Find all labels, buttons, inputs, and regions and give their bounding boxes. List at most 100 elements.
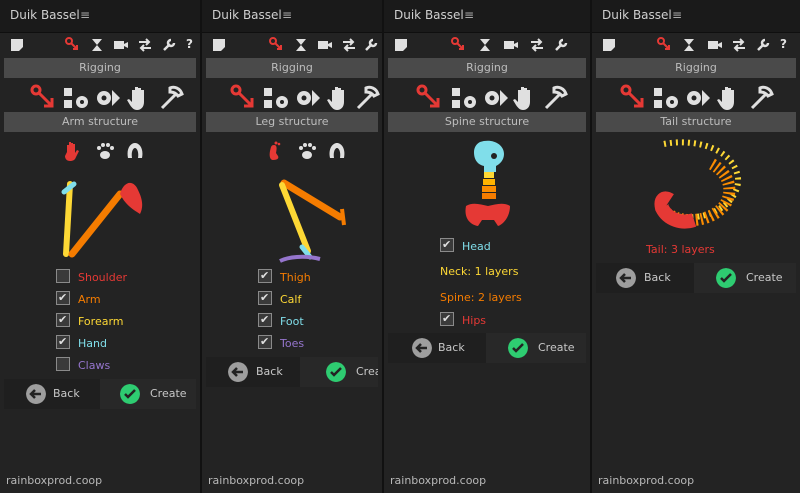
create-label: Create (746, 271, 783, 284)
check-row-hips[interactable]: Hips (440, 310, 486, 330)
hoof-mode-icon[interactable] (326, 140, 348, 162)
rigging-category-icon[interactable] (30, 84, 58, 112)
back-button[interactable]: Back (206, 357, 298, 387)
swap-icon[interactable] (730, 37, 748, 53)
rigging-icon[interactable] (268, 37, 286, 53)
arm-checkbox[interactable] (56, 289, 70, 307)
hand-category-icon[interactable] (716, 84, 744, 112)
swap-icon[interactable] (528, 37, 546, 53)
help-icon[interactable]: ? (780, 37, 798, 53)
back-button[interactable]: Back (4, 379, 98, 409)
note-icon[interactable] (8, 37, 26, 53)
check-row-foot[interactable]: Foot (258, 311, 304, 331)
spine-layers[interactable]: Spine: 2 layers (440, 289, 522, 307)
check-row-calf[interactable]: Calf (258, 289, 301, 309)
constraint-icon[interactable] (88, 37, 106, 53)
menu-icon[interactable]: ≡ (464, 8, 474, 22)
menu-icon[interactable]: ≡ (282, 8, 292, 22)
paw-mode-icon[interactable] (94, 140, 116, 162)
hand-checkbox[interactable] (56, 333, 70, 351)
camera-icon[interactable] (316, 37, 334, 53)
animation-category-icon[interactable] (294, 84, 322, 112)
section-rigging: Rigging (4, 58, 196, 78)
automation-category-icon[interactable] (62, 84, 90, 112)
check-row-hand[interactable]: Hand (56, 333, 107, 353)
button-bar: Back Create (206, 357, 378, 387)
tools-category-icon[interactable] (748, 84, 776, 112)
rigging-category-icon[interactable] (620, 84, 648, 112)
wrench-icon[interactable] (754, 37, 772, 53)
automation-category-icon[interactable] (652, 84, 680, 112)
back-button[interactable]: Back (596, 263, 692, 293)
swap-icon[interactable] (340, 37, 358, 53)
check-row-head[interactable]: Head (440, 236, 491, 256)
check-row-toes[interactable]: Toes (258, 333, 305, 353)
automation-category-icon[interactable] (262, 84, 290, 112)
shoulder-checkbox[interactable] (56, 269, 70, 283)
back-arrow-icon (26, 384, 46, 404)
menu-icon[interactable]: ≡ (80, 8, 90, 22)
section-structure: Spine structure (388, 112, 586, 132)
hand-category-icon[interactable] (326, 84, 354, 112)
tools-category-icon[interactable] (354, 84, 382, 112)
constraint-icon[interactable] (292, 37, 310, 53)
menu-icon[interactable]: ≡ (672, 8, 682, 22)
calf-checkbox[interactable] (258, 289, 272, 307)
thigh-checkbox[interactable] (258, 267, 272, 285)
automation-category-icon[interactable] (450, 84, 478, 112)
camera-icon[interactable] (706, 37, 724, 53)
camera-icon[interactable] (112, 37, 130, 53)
create-button[interactable]: Create (100, 379, 196, 409)
hips-checkbox[interactable] (440, 310, 454, 328)
create-label: Create (538, 341, 575, 354)
paw-mode-icon[interactable] (296, 140, 318, 162)
hoof-mode-icon[interactable] (124, 140, 146, 162)
animation-category-icon[interactable] (94, 84, 122, 112)
tail-layers[interactable]: Tail: 3 layers (646, 241, 715, 259)
constraint-icon[interactable] (476, 37, 494, 53)
rigging-icon[interactable] (656, 37, 674, 53)
forearm-checkbox[interactable] (56, 311, 70, 329)
back-arrow-icon (228, 362, 248, 382)
hand-category-icon[interactable] (126, 84, 154, 112)
swap-icon[interactable] (136, 37, 154, 53)
toes-label: Toes (280, 337, 305, 350)
toes-checkbox[interactable] (258, 333, 272, 351)
animation-category-icon[interactable] (684, 84, 712, 112)
create-button[interactable]: Create (486, 333, 586, 363)
check-row-arm[interactable]: Arm (56, 289, 101, 309)
animation-category-icon[interactable] (482, 84, 510, 112)
foot-checkbox[interactable] (258, 311, 272, 329)
rigging-category-icon[interactable] (416, 84, 444, 112)
note-icon[interactable] (600, 37, 618, 53)
wrench-icon[interactable] (552, 37, 570, 53)
note-icon[interactable] (392, 37, 410, 53)
hand-category-icon[interactable] (512, 84, 540, 112)
create-button[interactable]: Create (300, 357, 378, 387)
tools-category-icon[interactable] (158, 84, 186, 112)
tools-category-icon[interactable] (542, 84, 570, 112)
check-row-thigh[interactable]: Thigh (258, 267, 311, 287)
create-button[interactable]: Create (694, 263, 796, 293)
panel-header: Duik Bassel ≡ (592, 0, 800, 33)
rigging-icon[interactable] (450, 37, 468, 53)
hand-mode-icon[interactable] (63, 140, 85, 162)
note-icon[interactable] (210, 37, 228, 53)
rigging-icon[interactable] (64, 37, 82, 53)
head-checkbox[interactable] (440, 236, 454, 254)
wrench-icon[interactable] (160, 37, 178, 53)
claws-checkbox[interactable] (56, 357, 70, 371)
foot-mode-icon[interactable] (265, 140, 287, 162)
neck-layers[interactable]: Neck: 1 layers (440, 263, 518, 281)
check-icon (508, 338, 528, 358)
camera-icon[interactable] (502, 37, 520, 53)
constraint-icon[interactable] (680, 37, 698, 53)
rigging-category-icon[interactable] (230, 84, 258, 112)
check-row-claws[interactable]: Claws (56, 357, 110, 375)
wrench-icon[interactable] (362, 37, 380, 53)
back-button[interactable]: Back (388, 333, 484, 363)
check-row-shoulder[interactable]: Shoulder (56, 269, 127, 287)
back-label: Back (644, 271, 671, 284)
footer-text: rainboxprod.coop (390, 474, 487, 487)
check-row-forearm[interactable]: Forearm (56, 311, 124, 331)
